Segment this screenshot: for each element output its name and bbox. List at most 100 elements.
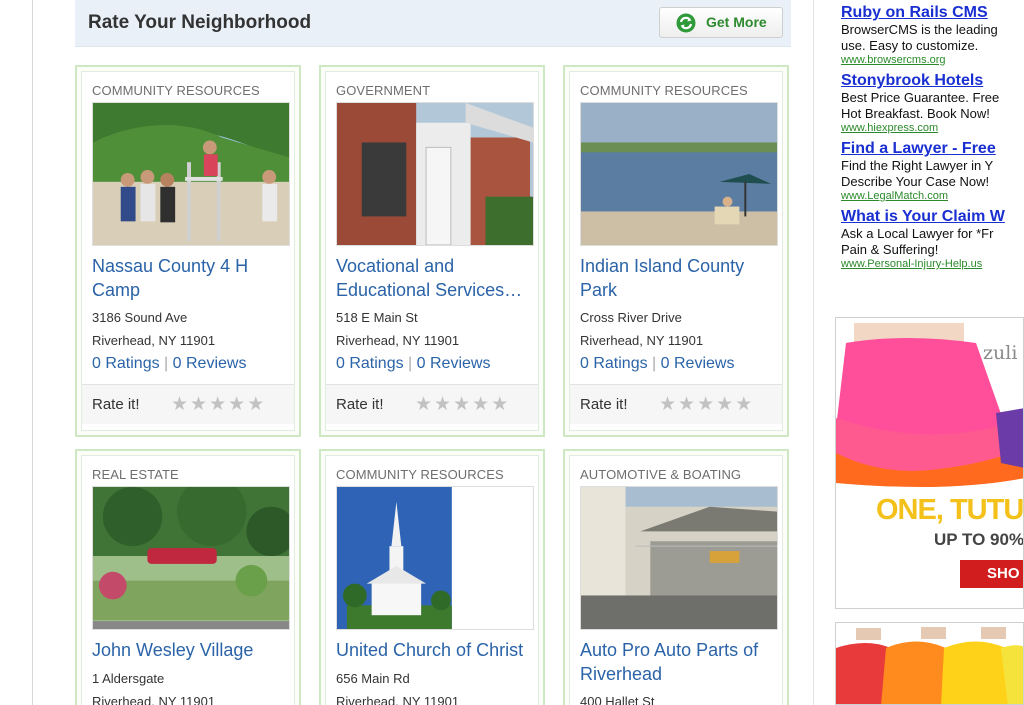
listing-category: COMMUNITY RESOURCES: [336, 467, 504, 482]
ad-text: use. Easy to customize.: [841, 38, 979, 53]
ad-text: BrowserCMS is the leading: [841, 22, 998, 37]
listing-address-city: Riverhead, NY 11901: [336, 333, 460, 348]
ad-title-link[interactable]: Stonybrook Hotels: [841, 72, 1024, 90]
listing-category: COMMUNITY RESOURCES: [580, 83, 748, 98]
tutu-row-image: [836, 623, 1023, 704]
star-icon-5[interactable]: ★: [247, 395, 264, 414]
ad-text: Describe Your Case Now!: [841, 174, 990, 189]
rate-it-label: Rate it!: [336, 396, 384, 413]
star-icon-1[interactable]: ★: [171, 395, 188, 414]
listing-address-city: Riverhead, NY 11901: [580, 333, 704, 348]
shop-now-button[interactable]: SHO: [960, 560, 1023, 588]
banner-subheadline: UP TO 90%: [934, 530, 1024, 549]
ad-item: Find a Lawyer - Free Find the Right Lawy…: [841, 140, 1024, 203]
tutu-banner-ad[interactable]: zuli ONE, TUTU UP TO 90% SHO: [835, 317, 1024, 609]
camp-group-photo[interactable]: [92, 102, 290, 246]
get-more-button[interactable]: Get More: [659, 7, 783, 38]
auto-shop-photo[interactable]: [580, 486, 778, 630]
star-rating-widget[interactable]: ★ ★ ★ ★ ★: [171, 395, 264, 414]
ad-item: Ruby on Rails CMS BrowserCMS is the lead…: [841, 4, 1024, 67]
star-icon-1[interactable]: ★: [415, 395, 432, 414]
ad-url-link[interactable]: www.browsercms.org: [841, 54, 1024, 67]
listing-address-street: 1 Aldersgate: [92, 671, 165, 686]
star-icon-1[interactable]: ★: [659, 395, 676, 414]
listing-name-link[interactable]: Auto Pro Auto Parts of Riverhead: [580, 638, 780, 686]
ad-title-link[interactable]: Find a Lawyer - Free: [841, 140, 1024, 158]
star-icon-5[interactable]: ★: [735, 395, 752, 414]
listing-name-link[interactable]: United Church of Christ: [336, 638, 536, 662]
ad-url-link[interactable]: www.LegalMatch.com: [841, 190, 1024, 203]
listing-name-link[interactable]: John Wesley Village: [92, 638, 292, 662]
ratings-count-link[interactable]: 0 Ratings: [580, 355, 648, 372]
listing-card-vocational-services: GOVERNMENT Vocational and Educational Se…: [319, 65, 545, 437]
ratings-separator: |: [652, 355, 657, 372]
listing-category: AUTOMOTIVE & BOATING: [580, 467, 742, 482]
star-icon-3[interactable]: ★: [697, 395, 714, 414]
ad-text: Best Price Guarantee. Free: [841, 90, 1000, 105]
listing-category: COMMUNITY RESOURCES: [92, 83, 260, 98]
sidebar-divider: [813, 0, 814, 705]
ad-text: Ask a Local Lawyer for *Fr: [841, 226, 994, 241]
star-icon-3[interactable]: ★: [453, 395, 470, 414]
section-header: Rate Your Neighborhood Get More: [75, 0, 791, 47]
church-photo[interactable]: [336, 486, 534, 630]
reviews-count-link[interactable]: 0 Reviews: [173, 355, 247, 372]
listing-name-link[interactable]: Vocational and Educational Services…: [336, 254, 536, 302]
star-icon-5[interactable]: ★: [491, 395, 508, 414]
star-icon-4[interactable]: ★: [472, 395, 489, 414]
get-more-label: Get More: [706, 14, 767, 30]
listing-address-street: 518 E Main St: [336, 310, 418, 325]
tutu-banner-ad-2[interactable]: [835, 622, 1024, 705]
ratings-count-link[interactable]: 0 Ratings: [336, 355, 404, 372]
listing-address-street: 400 Hallet St: [580, 694, 655, 705]
page-left-divider: [32, 0, 33, 705]
listing-address-city: Riverhead, NY 11901: [92, 694, 216, 705]
banner-brand: zuli: [983, 342, 1018, 364]
sponsored-ads: Ruby on Rails CMS BrowserCMS is the lead…: [841, 4, 1024, 276]
ad-text: Hot Breakfast. Book Now!: [841, 106, 990, 121]
star-icon-3[interactable]: ★: [209, 395, 226, 414]
beach-photo[interactable]: [580, 102, 778, 246]
rate-it-bar: Rate it! ★ ★ ★ ★ ★: [82, 384, 294, 424]
village-sign-photo[interactable]: [92, 486, 290, 630]
listing-card-auto-pro-auto-parts: AUTOMOTIVE & BOATING Auto Pro Auto Parts…: [563, 449, 789, 705]
star-rating-widget[interactable]: ★ ★ ★ ★ ★: [415, 395, 508, 414]
ad-text: Find the Right Lawyer in Y: [841, 158, 994, 173]
ad-item: Stonybrook Hotels Best Price Guarantee. …: [841, 72, 1024, 135]
ad-text: Pain & Suffering!: [841, 242, 939, 257]
ratings-summary: 0 Ratings | 0 Reviews: [92, 355, 246, 373]
star-icon-4[interactable]: ★: [716, 395, 733, 414]
listing-card-nassau-county-4h-camp: COMMUNITY RESOURCES Nassau County 4 H Ca…: [75, 65, 301, 437]
listing-address-street: 3186 Sound Ave: [92, 310, 188, 325]
reviews-count-link[interactable]: 0 Reviews: [661, 355, 735, 372]
reviews-count-link[interactable]: 0 Reviews: [417, 355, 491, 372]
star-icon-2[interactable]: ★: [434, 395, 451, 414]
listing-name-link[interactable]: Indian Island County Park: [580, 254, 780, 302]
listing-address-street: Cross River Drive: [580, 310, 682, 325]
star-rating-widget[interactable]: ★ ★ ★ ★ ★: [659, 395, 752, 414]
listing-name-link[interactable]: Nassau County 4 H Camp: [92, 254, 292, 302]
listing-category: GOVERNMENT: [336, 83, 431, 98]
listing-card-indian-island-park: COMMUNITY RESOURCES Indian Island County…: [563, 65, 789, 437]
listing-address-city: Riverhead, NY 11901: [336, 694, 460, 705]
refresh-icon: [676, 13, 696, 33]
star-icon-2[interactable]: ★: [190, 395, 207, 414]
ad-item: What is Your Claim W Ask a Local Lawyer …: [841, 208, 1024, 271]
rate-it-label: Rate it!: [580, 396, 628, 413]
ad-title-link[interactable]: What is Your Claim W: [841, 208, 1024, 226]
ratings-summary: 0 Ratings | 0 Reviews: [336, 355, 490, 373]
star-icon-4[interactable]: ★: [228, 395, 245, 414]
rate-it-label: Rate it!: [92, 396, 140, 413]
ad-url-link[interactable]: www.Personal-Injury-Help.us: [841, 258, 1024, 271]
ad-url-link[interactable]: www.hiexpress.com: [841, 122, 1024, 135]
listing-address-city: Riverhead, NY 11901: [92, 333, 216, 348]
rate-it-bar: Rate it! ★ ★ ★ ★ ★: [326, 384, 538, 424]
ad-title-link[interactable]: Ruby on Rails CMS: [841, 4, 1024, 22]
ratings-summary: 0 Ratings | 0 Reviews: [580, 355, 734, 373]
brick-building-photo[interactable]: [336, 102, 534, 246]
listing-category: REAL ESTATE: [92, 467, 179, 482]
banner-headline: ONE, TUTU: [876, 494, 1024, 526]
ratings-count-link[interactable]: 0 Ratings: [92, 355, 160, 372]
star-icon-2[interactable]: ★: [678, 395, 695, 414]
listing-card-john-wesley-village: REAL ESTATE John Wesley Village 1 Alders…: [75, 449, 301, 705]
